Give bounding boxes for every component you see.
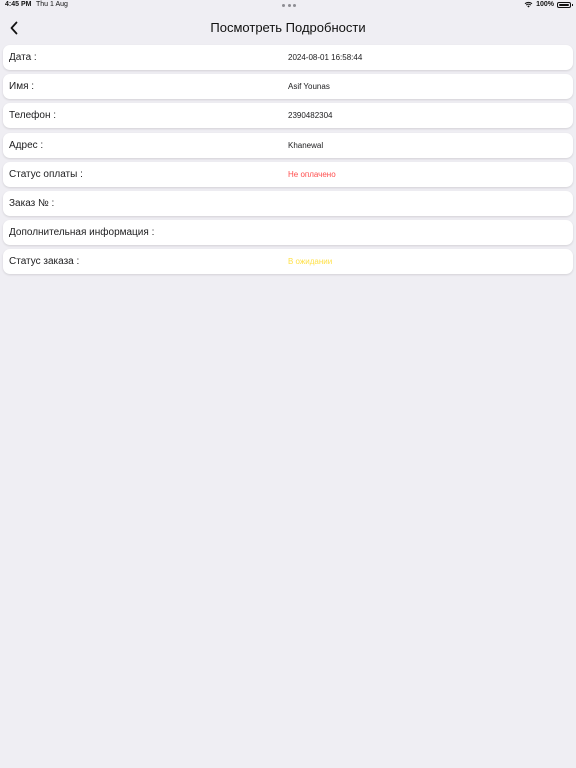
multitasking-dots-icon[interactable] <box>282 2 296 8</box>
detail-label: Статус заказа : <box>9 256 80 268</box>
detail-value: 2024-08-01 16:58:44 <box>288 53 363 62</box>
detail-label: Дата : <box>9 52 37 63</box>
details-list: Дата : 2024-08-01 16:58:44 Имя : Asif Yo… <box>3 45 573 279</box>
detail-value: Asif Younas <box>288 82 330 92</box>
detail-value: 2390482304 <box>288 111 333 121</box>
detail-label: Дополнительная информация : <box>9 227 155 239</box>
detail-label: Имя : <box>9 81 35 93</box>
status-indicators: 100% <box>524 1 573 8</box>
page-title: Посмотреть Подробности <box>210 20 366 35</box>
battery-icon <box>557 1 573 8</box>
detail-row-address: Адрес : Khanewal <box>3 132 573 158</box>
detail-row-phone: Телефон : 2390482304 <box>3 103 573 129</box>
wifi-icon <box>524 1 533 8</box>
navigation-bar: Посмотреть Подробности <box>0 14 576 42</box>
detail-label: Заказ № : <box>9 197 55 209</box>
detail-label: Телефон : <box>9 110 57 122</box>
status-time: 4:45 PM <box>5 1 32 8</box>
detail-row-name: Имя : Asif Younas <box>3 74 573 100</box>
detail-row-payment-status: Статус оплаты : Не оплачено <box>3 161 573 187</box>
detail-row-additional-info: Дополнительная информация : <box>3 220 573 246</box>
status-date: Thu 1 Aug <box>36 1 68 8</box>
detail-row-order-status: Статус заказа : В ожидании <box>3 249 573 275</box>
detail-row-date: Дата : 2024-08-01 16:58:44 <box>3 45 573 70</box>
battery-percent: 100% <box>536 1 554 8</box>
order-status-value: В ожидании <box>288 257 333 267</box>
detail-label: Адрес : <box>9 139 44 151</box>
detail-label: Статус оплаты : <box>9 168 83 180</box>
payment-status-value: Не оплачено <box>288 169 336 179</box>
detail-value: Khanewal <box>288 140 324 150</box>
status-bar: 4:45 PM Thu 1 Aug 100% <box>0 0 576 12</box>
detail-row-order-number: Заказ № : <box>3 190 573 216</box>
